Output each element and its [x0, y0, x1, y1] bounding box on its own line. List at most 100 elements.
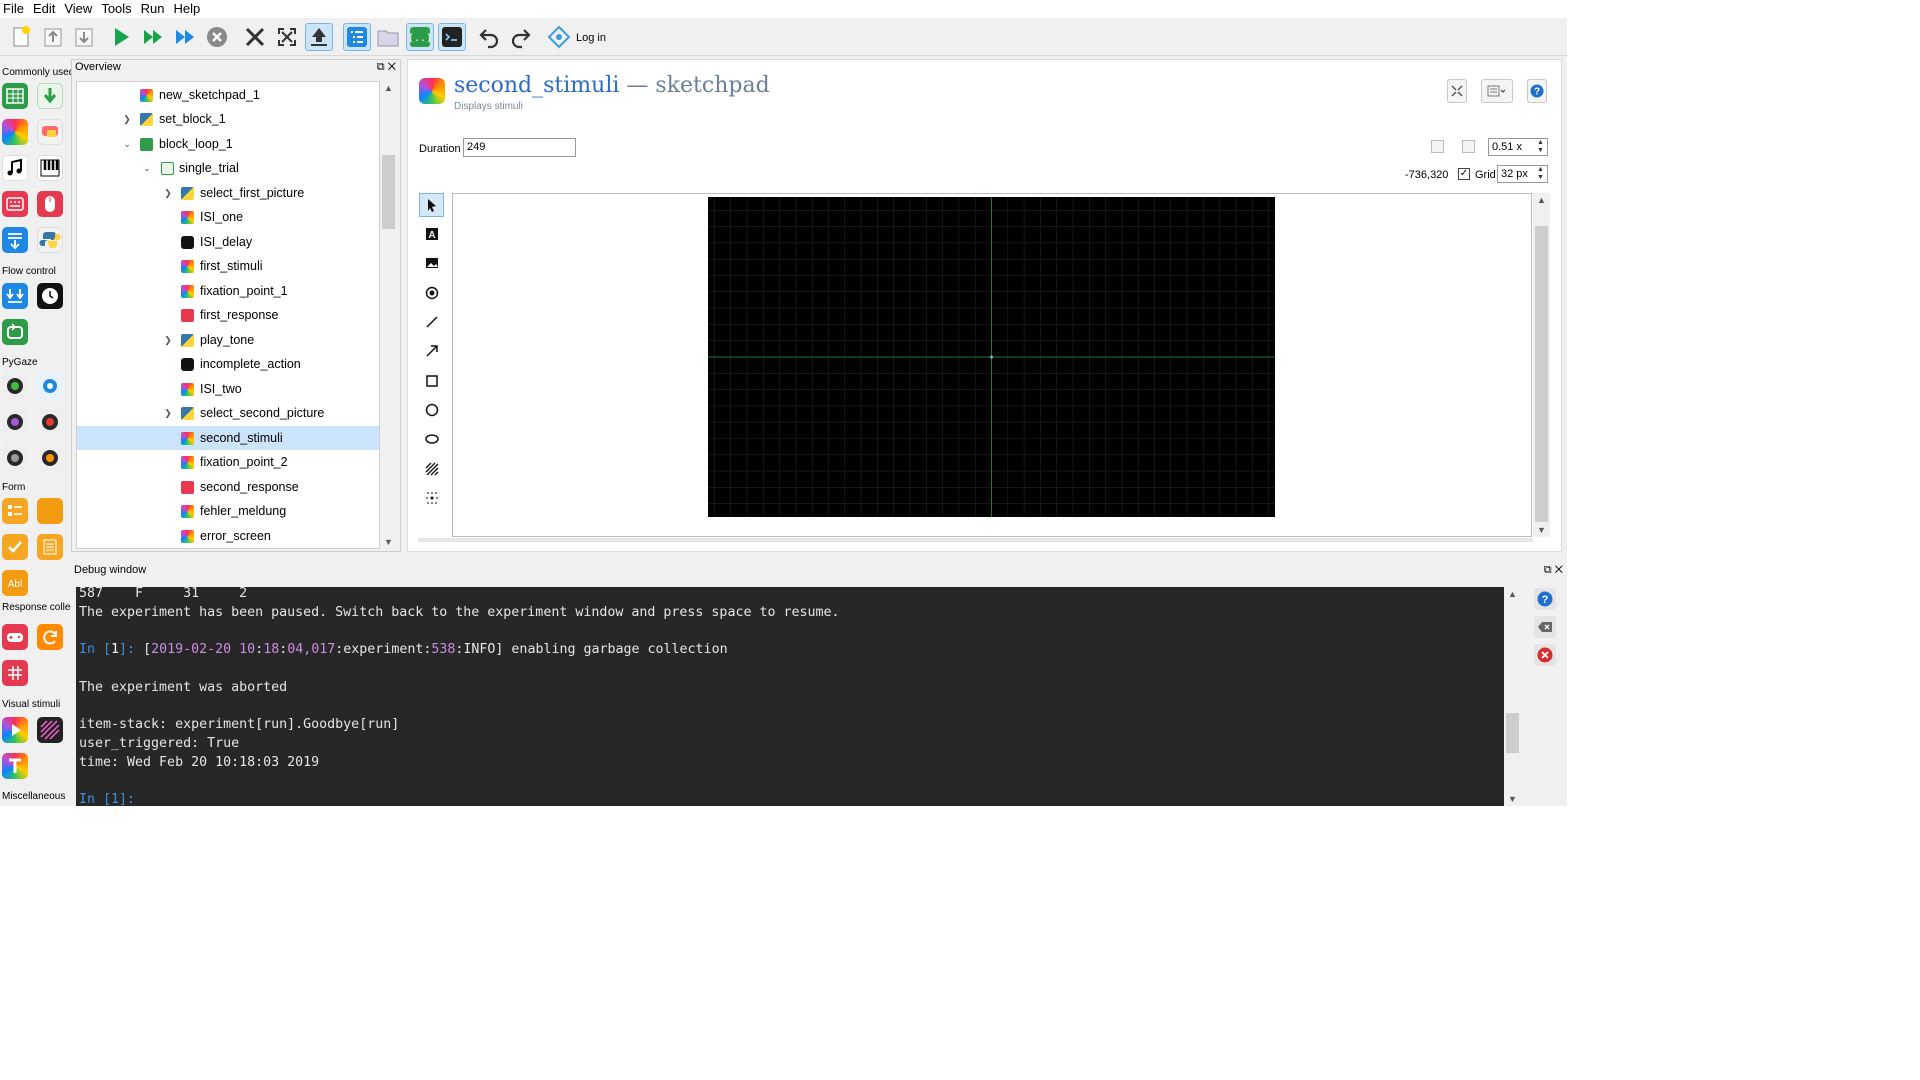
chevron-down-icon[interactable]: ⌄: [142, 163, 152, 173]
close-all-tabs-icon[interactable]: [241, 23, 269, 51]
inline-script-item-icon[interactable]: [37, 227, 63, 253]
console-scroll-thumb[interactable]: [1506, 713, 1519, 753]
save-icon[interactable]: [70, 23, 98, 51]
tree-item-isi-one[interactable]: ISI_one: [77, 205, 379, 229]
maximize-icon[interactable]: [1447, 79, 1467, 103]
float-icon[interactable]: ⧉: [377, 61, 385, 73]
duration-input[interactable]: 249: [463, 138, 576, 157]
rect-tool-icon[interactable]: [419, 369, 444, 393]
scroll-up-icon[interactable]: ▲: [384, 83, 393, 93]
scroll-down-icon[interactable]: ▼: [1508, 794, 1517, 804]
login-icon[interactable]: [545, 23, 573, 51]
tree-item-first-stimuli[interactable]: first_stimuli: [77, 254, 379, 278]
center-view-icon[interactable]: [1431, 140, 1444, 153]
chevron-right-icon[interactable]: ❯: [122, 114, 132, 124]
tree-item-select-second-picture[interactable]: ❯ select_second_picture: [77, 401, 379, 425]
tree-item-select-first-picture[interactable]: ❯ select_first_picture: [77, 181, 379, 205]
undo-icon[interactable]: [475, 23, 503, 51]
logger-item-icon[interactable]: [2, 227, 28, 253]
grid-checkbox[interactable]: ✓: [1458, 168, 1470, 180]
run-quick-icon[interactable]: [139, 23, 167, 51]
console-prompt[interactable]: In [1]:: [79, 790, 135, 806]
reset-feedback-item-icon[interactable]: [37, 624, 63, 650]
abort-icon[interactable]: [203, 23, 231, 51]
overview-scroll-thumb[interactable]: [382, 155, 395, 229]
pygaze-wait-icon[interactable]: [37, 445, 63, 471]
zoom-spinbox[interactable]: 0.51 x ▲ ▼: [1488, 138, 1548, 156]
new-icon[interactable]: [7, 23, 35, 51]
text-tool-icon[interactable]: A: [419, 222, 444, 246]
grid-size-spinbox[interactable]: 32 px ▲ ▼: [1497, 165, 1548, 183]
sketchpad-item-icon[interactable]: [2, 119, 28, 145]
login-label[interactable]: Log in: [576, 32, 606, 44]
image-tool-icon[interactable]: [419, 251, 444, 275]
menu-view[interactable]: View: [61, 0, 98, 18]
keyboard-response-item-icon[interactable]: [2, 191, 28, 217]
tree-item-play-tone[interactable]: ❯ play_tone: [77, 328, 379, 352]
help-icon[interactable]: ?: [1527, 79, 1547, 103]
chevron-down-icon[interactable]: ⌄: [122, 139, 132, 149]
item-description[interactable]: Displays stimuli: [454, 101, 523, 112]
overview-scrollbar[interactable]: ▲ ▼: [380, 81, 397, 549]
tree-item-incomplete-action[interactable]: incomplete_action: [77, 352, 379, 376]
loop-item-icon[interactable]: [2, 83, 28, 109]
console-help-icon[interactable]: ?: [1534, 588, 1556, 610]
menu-file[interactable]: File: [0, 0, 30, 18]
joystick-item-icon[interactable]: [2, 624, 28, 650]
circle-tool-icon[interactable]: [419, 398, 444, 422]
tree-item-isi-delay[interactable]: ISI_delay: [77, 230, 379, 254]
tree-item-second-response[interactable]: second_response: [77, 475, 379, 499]
feedback-item-icon[interactable]: [37, 119, 63, 145]
scroll-down-icon[interactable]: ▼: [1537, 525, 1546, 535]
arrow-tool-icon[interactable]: [419, 339, 444, 363]
close-icon[interactable]: ✕: [1555, 564, 1563, 576]
synth-item-icon[interactable]: [37, 155, 63, 181]
pygaze-drift-correct-icon[interactable]: [37, 373, 63, 399]
text-display-item-icon[interactable]: [2, 753, 28, 779]
line-tool-icon[interactable]: [419, 310, 444, 334]
canvas-vertical-scrollbar[interactable]: ▲ ▼: [1533, 193, 1550, 537]
spin-arrows-icon[interactable]: ▲ ▼: [1535, 139, 1546, 155]
sketchpad-canvas-view[interactable]: [452, 193, 1532, 537]
menu-help[interactable]: Help: [171, 0, 207, 18]
close-icon[interactable]: ✕: [388, 61, 396, 73]
chevron-right-icon[interactable]: ❯: [163, 335, 173, 345]
item-title[interactable]: second_stimuli — sketchpad: [454, 73, 770, 98]
repeat-cycle-item-icon[interactable]: [2, 319, 28, 345]
tree-item-fehler-meldung[interactable]: fehler_meldung: [77, 499, 379, 523]
redo-icon[interactable]: [507, 23, 535, 51]
run-in-window-icon[interactable]: [171, 23, 199, 51]
menu-edit[interactable]: Edit: [30, 0, 61, 18]
mouse-response-item-icon[interactable]: [37, 191, 63, 217]
debug-console[interactable]: 587 F 31 2 The experiment has been pause…: [76, 587, 1504, 806]
chevron-right-icon[interactable]: ❯: [163, 408, 173, 418]
reset-zoom-icon[interactable]: [1462, 140, 1475, 153]
script-view-icon[interactable]: [1481, 79, 1513, 103]
sequence-item-icon[interactable]: [37, 83, 63, 109]
fixdot-tool-icon[interactable]: [419, 486, 444, 510]
advanced-delay-item-icon[interactable]: [37, 283, 63, 309]
form-text-display-icon[interactable]: [37, 534, 63, 560]
open-icon[interactable]: [39, 23, 67, 51]
console-clear-icon[interactable]: [1534, 616, 1556, 638]
select-tool-icon[interactable]: [419, 193, 444, 217]
form-consent-icon[interactable]: [2, 534, 28, 560]
tree-item-second-stimuli[interactable]: second_stimuli: [77, 426, 379, 450]
float-icon[interactable]: ⧉: [1544, 564, 1552, 576]
tree-item-first-response[interactable]: first_response: [77, 303, 379, 327]
overview-icon[interactable]: [343, 23, 371, 51]
tree-item-error-screen[interactable]: error_screen: [77, 524, 379, 548]
run-icon[interactable]: [107, 23, 135, 51]
tree-item-block-loop-1[interactable]: ⌄ block_loop_1: [77, 132, 379, 156]
debug-window-icon[interactable]: [438, 23, 466, 51]
fullscreen-icon[interactable]: [273, 23, 301, 51]
tree-item-new-sketchpad-1[interactable]: new_sketchpad_1: [77, 83, 379, 107]
scroll-up-icon[interactable]: ▲: [1537, 195, 1546, 205]
pygaze-log-icon[interactable]: [2, 409, 28, 435]
one-tab-mode-icon[interactable]: [305, 23, 333, 51]
console-reset-icon[interactable]: [1534, 644, 1556, 666]
sampler-item-icon[interactable]: [2, 155, 28, 181]
item-name[interactable]: second_stimuli: [454, 73, 619, 98]
form-multiple-choice-icon[interactable]: [2, 498, 28, 524]
scroll-down-icon[interactable]: ▼: [384, 537, 393, 547]
